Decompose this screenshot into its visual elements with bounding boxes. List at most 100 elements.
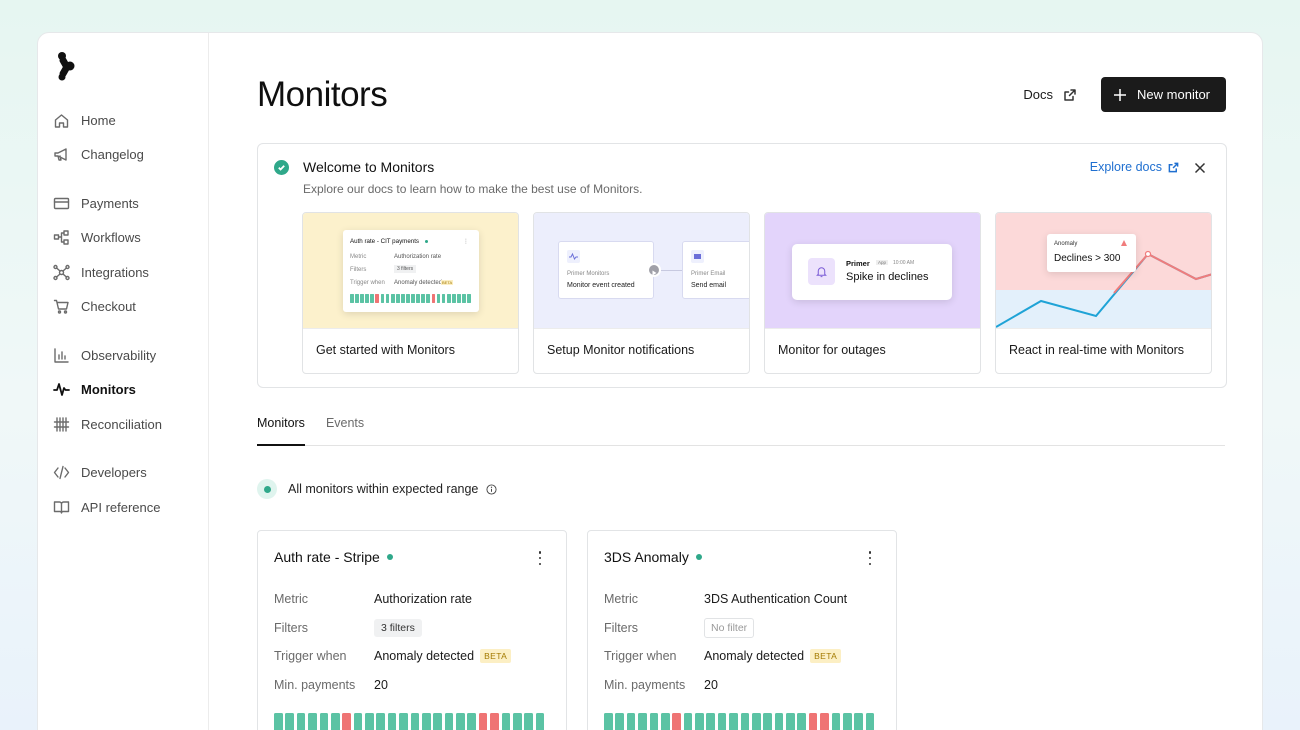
history-bar[interactable]: [820, 713, 829, 730]
history-bar[interactable]: [706, 713, 716, 730]
sidebar-item-monitors[interactable]: Monitors: [52, 373, 208, 408]
history-bar[interactable]: [660, 713, 670, 730]
history-bar[interactable]: [330, 713, 340, 730]
history-bar[interactable]: [797, 713, 807, 730]
sidebar-item-integrations[interactable]: Integrations: [52, 255, 208, 290]
history-bar[interactable]: [376, 713, 386, 730]
history-bar[interactable]: [626, 713, 636, 730]
tab-events[interactable]: Events: [326, 416, 364, 446]
close-welcome-button[interactable]: [1194, 161, 1208, 175]
sidebar-item-observability[interactable]: Observability: [52, 338, 208, 373]
history-bar[interactable]: [695, 713, 704, 730]
history-bar[interactable]: [444, 713, 454, 730]
sidebar-item-developers[interactable]: Developers: [52, 456, 208, 491]
more-options-icon[interactable]: [534, 551, 546, 565]
detail-key: Trigger when: [274, 649, 347, 664]
sidebar-item-checkout[interactable]: Checkout: [52, 290, 208, 325]
monitor-details: Metric 3DS Authentication Count Filters …: [604, 585, 880, 699]
sidebar-item-payments[interactable]: Payments: [52, 186, 208, 221]
history-bar[interactable]: [683, 713, 693, 730]
bell-icon: [808, 258, 835, 285]
history-bar[interactable]: [512, 713, 522, 730]
monitor-card[interactable]: 3DS Anomaly Metric 3DS Authentication Co…: [587, 530, 897, 730]
history-bar[interactable]: [604, 713, 613, 730]
mini-bar: [365, 294, 370, 303]
explore-docs-link[interactable]: Explore docs: [1090, 160, 1179, 174]
new-monitor-button[interactable]: New monitor: [1101, 77, 1226, 112]
history-bar[interactable]: [365, 713, 374, 730]
history-bar[interactable]: [478, 713, 488, 730]
card-label: React in real-time with Monitors: [1009, 343, 1185, 357]
nav-group: Observability Monitors Reconciliation: [52, 338, 208, 442]
monitor-card[interactable]: Auth rate - Stripe Metric Authorization …: [257, 530, 567, 730]
mini-bar: [446, 294, 451, 303]
history-bar[interactable]: [285, 713, 295, 730]
sidebar-item-workflows[interactable]: Workflows: [52, 221, 208, 256]
history-bar[interactable]: [808, 713, 818, 730]
history-bar[interactable]: [387, 713, 397, 730]
sidebar-item-home[interactable]: Home: [52, 103, 208, 138]
history-bar[interactable]: [740, 713, 750, 730]
history-bar[interactable]: [467, 713, 477, 730]
history-bar[interactable]: [433, 713, 442, 730]
history-bar[interactable]: [615, 713, 625, 730]
nav-group: Payments Workflows Integrations Checkout: [52, 186, 208, 324]
guide-card-notifications[interactable]: Primer Monitors Monitor event created Pr…: [533, 212, 750, 374]
history-bar[interactable]: [319, 713, 329, 730]
detail-row: Min. payments 20: [274, 671, 550, 700]
history-bar[interactable]: [774, 713, 784, 730]
history-bar[interactable]: [274, 713, 283, 730]
history-bar[interactable]: [410, 713, 420, 730]
detail-row: Metric Authorization rate: [274, 585, 550, 614]
filter-pill[interactable]: 3 filters: [374, 618, 422, 637]
guide-card-real-time[interactable]: Anomaly Declines > 300 React in real-tim…: [995, 212, 1212, 374]
sidebar-item-changelog[interactable]: Changelog: [52, 138, 208, 173]
history-bar[interactable]: [308, 713, 317, 730]
monitor-name: Auth rate - Stripe: [274, 549, 380, 565]
history-bar[interactable]: [842, 713, 852, 730]
history-bar[interactable]: [786, 713, 795, 730]
history-bar[interactable]: [854, 713, 863, 730]
history-bar[interactable]: [729, 713, 738, 730]
history-bar[interactable]: [353, 713, 363, 730]
info-icon[interactable]: [486, 483, 497, 495]
more-options-icon[interactable]: [864, 551, 876, 565]
mini-bar: [380, 294, 385, 303]
status-dot-icon: [425, 240, 428, 243]
detail-row: Trigger when Anomaly detected BETA: [274, 642, 550, 671]
mini-metric-value: Authorization rate: [394, 254, 442, 260]
history-bar[interactable]: [649, 713, 659, 730]
email-icon: [691, 250, 704, 263]
history-bar[interactable]: [524, 713, 533, 730]
history-bar[interactable]: [672, 713, 681, 730]
history-bar[interactable]: [490, 713, 499, 730]
guide-card-get-started[interactable]: Auth rate - CIT payments ⋮ Metric Author…: [302, 212, 519, 374]
sidebar-item-api-reference[interactable]: API reference: [52, 490, 208, 525]
history-bar[interactable]: [831, 713, 841, 730]
detail-value: 20: [374, 677, 388, 692]
history-bar[interactable]: [501, 713, 511, 730]
history-bar[interactable]: [456, 713, 465, 730]
primer-logo[interactable]: [56, 51, 80, 81]
mini-bar: [406, 294, 410, 303]
history-bar[interactable]: [535, 713, 545, 730]
history-bar[interactable]: [342, 713, 351, 730]
history-bar[interactable]: [421, 713, 431, 730]
card-illustration: Auth rate - CIT payments ⋮ Metric Author…: [303, 213, 518, 329]
sidebar-item-reconciliation[interactable]: Reconciliation: [52, 407, 208, 442]
history-bar[interactable]: [296, 713, 306, 730]
guide-card-outages[interactable]: Primer App 10:00 AM Spike in declines Mo…: [764, 212, 981, 374]
history-bar[interactable]: [399, 713, 408, 730]
history-bar[interactable]: [751, 713, 761, 730]
history-bar[interactable]: [763, 713, 772, 730]
history-bar[interactable]: [865, 713, 875, 730]
sidebar: Home Changelog Payments Workflows Integratio…: [38, 33, 209, 730]
history-bar[interactable]: [717, 713, 727, 730]
docs-link[interactable]: Docs: [1023, 87, 1077, 102]
mini-bar: [390, 294, 395, 303]
tab-monitors[interactable]: Monitors: [257, 416, 305, 446]
card-illustration: Primer Monitors Monitor event created Pr…: [534, 213, 749, 329]
sidebar-item-label: Workflows: [81, 230, 141, 246]
detail-row: Filters 3 filters: [274, 614, 550, 643]
history-bar[interactable]: [638, 713, 647, 730]
